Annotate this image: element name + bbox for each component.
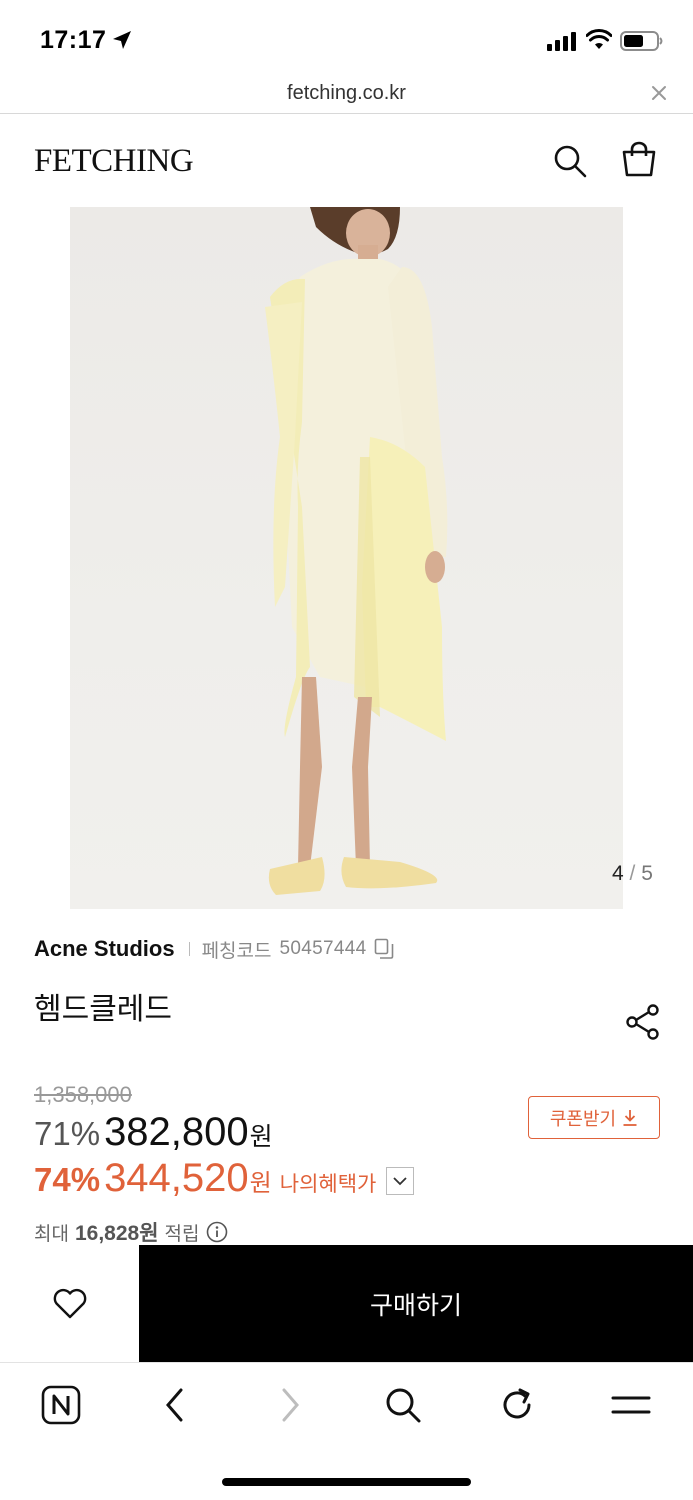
chevron-down-icon — [393, 1177, 407, 1186]
wifi-icon — [586, 29, 612, 49]
shopping-bag-icon[interactable] — [620, 141, 658, 179]
product-image[interactable] — [70, 207, 623, 909]
search-icon — [386, 1388, 421, 1423]
url-text[interactable]: fetching.co.kr — [0, 82, 693, 105]
home-indicator[interactable] — [222, 1478, 471, 1486]
sale-price-row: 71% 382,800 원 — [34, 1110, 273, 1158]
back-button[interactable] — [153, 1383, 197, 1427]
download-icon — [623, 1109, 637, 1126]
image-counter-separator: / — [629, 862, 636, 885]
buy-button[interactable]: 구매하기 — [139, 1245, 693, 1362]
points-value: 16,828원 — [74, 1222, 159, 1245]
naver-home-button[interactable] — [39, 1383, 83, 1427]
points-row: 최대 16,828원 적립 — [34, 1218, 228, 1246]
brand-name[interactable]: Acne Studios — [34, 936, 175, 962]
purchase-bar: 구매하기 — [0, 1245, 693, 1362]
sale-price: 382,800 — [104, 1110, 249, 1154]
currency-unit: 원 — [249, 1122, 273, 1151]
refresh-icon — [503, 1388, 531, 1419]
product-name: 헴드클레드 — [34, 992, 172, 1027]
image-counter: 4 / 5 — [612, 862, 653, 886]
back-icon — [166, 1388, 183, 1422]
site-logo[interactable]: FETCHING — [34, 143, 194, 180]
image-counter-current: 4 — [612, 862, 624, 885]
forward-icon — [282, 1388, 299, 1422]
location-arrow-icon — [113, 31, 131, 49]
naver-home-icon — [41, 1385, 81, 1425]
share-icon[interactable] — [624, 1003, 662, 1041]
menu-icon — [611, 1396, 651, 1414]
benefit-price: 344,520 — [104, 1156, 249, 1200]
benefit-currency-unit: 원 — [249, 1169, 272, 1197]
battery-icon — [620, 31, 663, 51]
wishlist-button[interactable] — [0, 1245, 139, 1362]
benefit-discount-rate: 74% — [34, 1161, 101, 1198]
image-counter-total: 5 — [641, 862, 653, 885]
brand-row: Acne Studios 페칭코드 50457444 — [34, 934, 394, 964]
product-code-label: 페칭코드 — [201, 939, 272, 962]
coupon-button-label: 쿠폰받기 — [549, 1108, 617, 1130]
points-prefix: 최대 — [34, 1222, 69, 1245]
divider — [188, 942, 190, 956]
points-suffix: 적립 — [164, 1222, 200, 1245]
menu-button[interactable] — [609, 1383, 653, 1427]
copy-icon[interactable] — [374, 938, 394, 960]
heart-icon — [53, 1288, 86, 1318]
product-code: 50457444 — [279, 938, 367, 959]
benefit-price-row: 74% 344,520 원 나의혜택가 — [34, 1156, 415, 1206]
benefit-label: 나의혜택가 — [279, 1172, 377, 1196]
discount-rate: 71% — [34, 1115, 101, 1152]
forward-button[interactable] — [268, 1383, 312, 1427]
site-header: FETCHING — [0, 115, 693, 207]
search-icon[interactable] — [552, 143, 588, 179]
product-photo — [265, 207, 448, 895]
benefit-expand-button[interactable] — [386, 1167, 415, 1195]
refresh-button[interactable] — [495, 1383, 539, 1427]
original-price: 1,358,000 — [34, 1082, 132, 1107]
status-time: 17:17 — [40, 26, 107, 54]
close-icon[interactable] — [648, 82, 670, 104]
coupon-button[interactable]: 쿠폰받기 — [528, 1096, 660, 1139]
signal-icon — [547, 32, 576, 51]
status-bar: 17:17 — [0, 0, 693, 80]
info-icon[interactable] — [206, 1221, 228, 1243]
address-bar[interactable]: fetching.co.kr — [0, 78, 693, 114]
browser-search-button[interactable] — [381, 1383, 425, 1427]
